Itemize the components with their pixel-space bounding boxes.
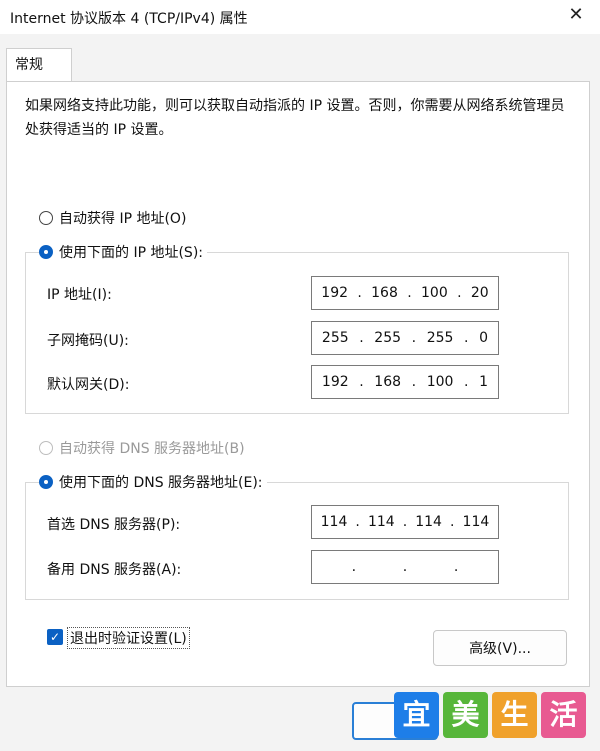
octet: 100 <box>421 285 448 301</box>
octet: 168 <box>371 285 398 301</box>
subnet-mask-label: 子网掩码(U): <box>47 333 129 349</box>
octet: 192 <box>321 374 349 390</box>
octet: 114 <box>415 514 442 530</box>
watermark-logo: 宜 美 生 活 <box>394 692 590 742</box>
preferred-dns-field[interactable]: 114. 114. 114. 114 <box>311 505 499 539</box>
octet: 192 <box>321 285 349 301</box>
default-gateway-label: 默认网关(D): <box>47 377 130 393</box>
manual-ip-radio[interactable] <box>39 245 53 259</box>
octet: 20 <box>470 285 489 301</box>
advanced-button[interactable]: 高级(V)... <box>433 630 567 666</box>
dialog-window: Internet 协议版本 4 (TCP/IPv4) 属性 ✕ 常规 如果网络支… <box>0 0 600 751</box>
validate-label[interactable]: 退出时验证设置(L) <box>67 627 190 649</box>
manual-dns-radio[interactable] <box>39 475 53 489</box>
octet: 0 <box>479 330 488 346</box>
watermark-char: 生 <box>492 692 537 738</box>
auto-dns-option: 自动获得 DNS 服务器地址(B) <box>39 438 245 458</box>
manual-ip-option[interactable]: 使用下面的 IP 地址(S): <box>39 242 207 262</box>
intro-text: 如果网络支持此功能，则可以获取自动指派的 IP 设置。否则，你需要从网络系统管理… <box>25 98 565 138</box>
watermark-char: 活 <box>541 692 586 738</box>
window-title: Internet 协议版本 4 (TCP/IPv4) 属性 <box>10 11 248 27</box>
auto-dns-radio <box>39 441 53 455</box>
default-gateway-field[interactable]: 192. 168. 100. 1 <box>311 365 499 399</box>
octet: 1 <box>479 374 488 390</box>
octet: 255 <box>321 330 349 346</box>
octet: 114 <box>320 514 348 530</box>
manual-ip-label: 使用下面的 IP 地址(S): <box>59 245 203 261</box>
validate-checkbox[interactable]: ✓ <box>47 629 63 645</box>
watermark-char: 宜 <box>394 692 439 738</box>
tab-general[interactable]: 常规 <box>6 48 72 82</box>
octet: 114 <box>462 514 490 530</box>
auto-ip-radio[interactable] <box>39 211 53 225</box>
auto-ip-option[interactable]: 自动获得 IP 地址(O) <box>39 208 186 228</box>
subnet-mask-field[interactable]: 255. 255. 255. 0 <box>311 321 499 355</box>
auto-ip-label: 自动获得 IP 地址(O) <box>59 211 187 227</box>
alternate-dns-label: 备用 DNS 服务器(A): <box>47 562 182 578</box>
preferred-dns-label: 首选 DNS 服务器(P): <box>47 517 181 533</box>
alternate-dns-field[interactable]: . . . <box>311 550 499 584</box>
watermark-char: 美 <box>443 692 488 738</box>
octet: 100 <box>426 374 454 390</box>
octet: 255 <box>374 330 402 346</box>
ip-address-field[interactable]: 192. 168. 100. 20 <box>311 276 499 310</box>
manual-dns-option[interactable]: 使用下面的 DNS 服务器地址(E): <box>39 472 267 492</box>
general-panel: 如果网络支持此功能，则可以获取自动指派的 IP 设置。否则，你需要从网络系统管理… <box>6 81 590 687</box>
manual-dns-label: 使用下面的 DNS 服务器地址(E): <box>59 475 263 491</box>
close-icon[interactable]: ✕ <box>566 5 586 25</box>
octet: 168 <box>374 374 402 390</box>
octet: 255 <box>426 330 454 346</box>
octet: 114 <box>367 514 395 530</box>
ip-address-label: IP 地址(I): <box>47 287 112 303</box>
title-bar: Internet 协议版本 4 (TCP/IPv4) 属性 ✕ <box>0 0 600 34</box>
auto-dns-label: 自动获得 DNS 服务器地址(B) <box>59 441 245 457</box>
